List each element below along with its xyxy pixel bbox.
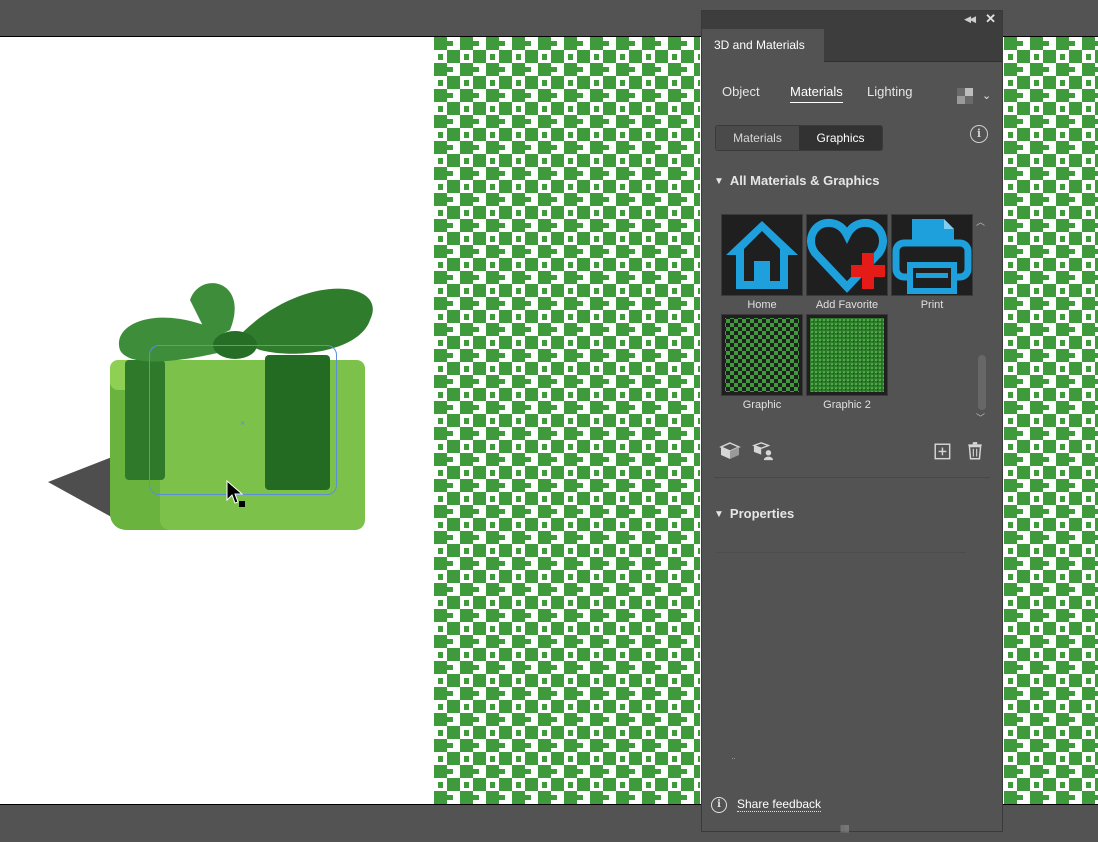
graphic-label: Add Favorite — [815, 299, 879, 311]
selection-center-mark: × — [240, 418, 246, 428]
tab-lighting[interactable]: Lighting — [867, 84, 913, 99]
printer-icon — [892, 219, 972, 294]
scroll-down-icon[interactable]: ﹀ — [976, 411, 985, 424]
add-to-3d-object-icon[interactable] — [719, 441, 741, 461]
segment-graphics[interactable]: Graphics — [799, 126, 882, 150]
pointer-cursor-icon — [226, 480, 245, 507]
graphic-thumbnail — [721, 314, 803, 396]
graphic-tile-print[interactable]: Print — [891, 214, 973, 311]
green-pattern-left — [434, 37, 700, 804]
divider — [716, 552, 966, 553]
3d-materials-panel: ◀◀ ✕ 3D and Materials Object Materials L… — [701, 10, 1003, 833]
graphics-grid: Home Add Favorite Print Graphic Graphic … — [721, 214, 973, 424]
section-properties[interactable]: ▼ Properties — [714, 506, 794, 521]
segment-materials[interactable]: Materials — [716, 126, 799, 150]
scroll-up-icon[interactable]: ︿ — [976, 215, 985, 228]
divider — [714, 477, 990, 478]
graphic-tile-graphic-2[interactable]: Graphic 2 — [806, 314, 888, 411]
panel-titlebar[interactable]: ◀◀ ✕ — [702, 11, 1002, 29]
panel-tab-3d-materials[interactable]: 3D and Materials — [702, 29, 824, 62]
resize-grip-icon[interactable]: |||||||| — [840, 824, 850, 833]
graphic-thumbnail — [806, 314, 888, 396]
user-graphic-icon[interactable] — [752, 441, 774, 461]
home-icon — [726, 221, 798, 289]
tab-materials[interactable]: Materials — [790, 84, 843, 103]
add-icon[interactable] — [932, 442, 954, 462]
trash-icon[interactable] — [964, 441, 986, 461]
chevron-down-icon: ▼ — [714, 509, 724, 520]
graphic-label: Print — [920, 299, 944, 311]
chevron-down-icon: ▼ — [714, 176, 724, 187]
graphic-label: Graphic — [742, 399, 782, 411]
graphic-label: Graphic 2 — [823, 399, 871, 411]
section-all-materials-graphics[interactable]: ▼ All Materials & Graphics — [714, 173, 879, 188]
graphic-thumbnail — [806, 214, 888, 296]
scroll-thumb[interactable] — [978, 355, 986, 410]
green-pattern-graphic — [725, 318, 799, 392]
info-icon: i — [711, 797, 727, 813]
green-pattern-right — [1004, 37, 1098, 804]
tab-object[interactable]: Object — [722, 84, 760, 99]
panel-tabbar: 3D and Materials — [702, 29, 1002, 62]
share-feedback-link[interactable]: Share feedback — [737, 797, 822, 812]
render-icon[interactable] — [956, 87, 974, 105]
graphic-tile-home[interactable]: Home — [721, 214, 803, 311]
green-texture-graphic — [810, 318, 884, 392]
graphic-label: Home — [747, 299, 777, 311]
graphics-scrollbar[interactable]: ︿ ﹀ — [976, 215, 988, 425]
chevron-down-icon[interactable]: ⌄ — [982, 89, 991, 102]
graphic-tile-graphic[interactable]: Graphic — [721, 314, 803, 411]
ellipsis-icon: ¨ — [732, 757, 736, 768]
graphic-thumbnail — [721, 214, 803, 296]
materials-graphics-toggle: Materials Graphics — [715, 125, 883, 151]
graphic-tile-add-favorite[interactable]: Add Favorite — [806, 214, 888, 311]
graphic-thumbnail — [891, 214, 973, 296]
close-icon[interactable]: ✕ — [985, 11, 996, 27]
collapse-icon[interactable]: ◀◀ — [964, 14, 976, 25]
info-icon[interactable]: i — [970, 125, 988, 143]
heart-plus-icon — [807, 218, 887, 293]
